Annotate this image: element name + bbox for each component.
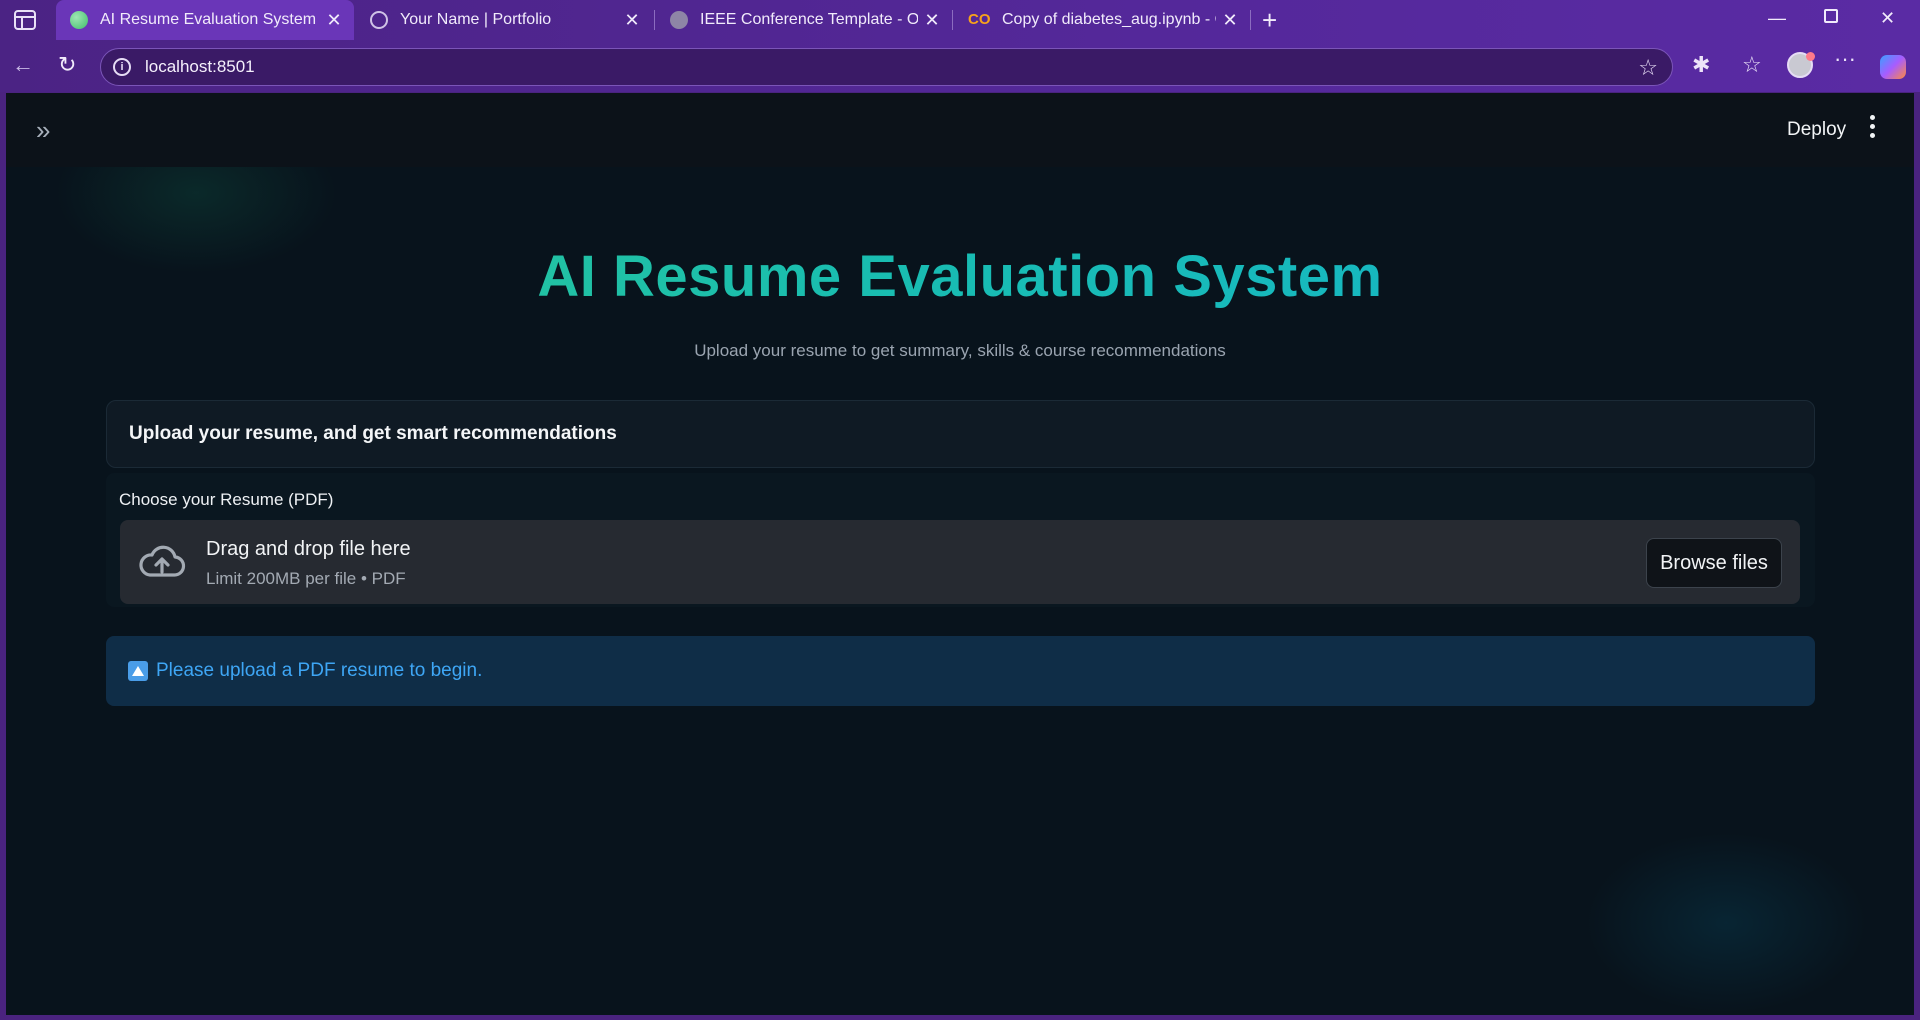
tab-portfolio[interactable]: Your Name | Portfolio ✕ [356,0,652,40]
more-options-icon[interactable]: ··· [1834,46,1856,72]
colab-icon: CO [968,11,991,28]
favorite-star-icon[interactable]: ☆ [1638,55,1658,81]
dropzone-limit-text: Limit 200MB per file • PDF [206,569,406,588]
url-text[interactable]: localhost:8501 [145,57,255,77]
file-dropzone[interactable]: Drag and drop file here Limit 200MB per … [120,520,1800,604]
globe-icon [370,11,388,29]
address-bar[interactable]: i localhost:8501 ☆ [100,48,1673,86]
notification-dot-icon [1806,52,1815,61]
expand-sidebar-icon[interactable]: » [36,115,51,146]
page-subtitle: Upload your resume to get summary, skill… [694,341,1226,360]
file-uploader: Choose your Resume (PDF) Drag and drop f… [106,473,1815,607]
restore-icon[interactable] [1824,9,1838,23]
uploader-label: Choose your Resume (PDF) [119,490,334,509]
dropzone-instructions: Drag and drop file here [206,538,411,560]
up-arrow-icon [128,661,148,681]
tab-title: AI Resume Evaluation System [100,11,317,28]
upload-card: Upload your resume, and get smart recomm… [106,400,1815,468]
tab-ai-resume[interactable]: AI Resume Evaluation System ✕ [56,0,354,40]
site-info-icon[interactable]: i [113,58,131,76]
tab-strip: AI Resume Evaluation System ✕ Your Name … [0,0,1920,40]
close-window-icon[interactable]: ✕ [1880,8,1895,29]
overleaf-icon [670,11,688,29]
page-title: AI Resume Evaluation System [6,243,1914,310]
main-menu-icon[interactable] [1870,115,1878,142]
tab-separator [654,10,655,30]
reload-icon[interactable]: ↻ [58,52,76,78]
streamlit-favicon-icon [70,11,88,29]
tab-title: IEEE Conference Template - Onlin [700,11,918,28]
new-tab-icon[interactable]: + [1262,5,1277,35]
close-tab-icon[interactable]: ✕ [918,10,946,31]
close-tab-icon[interactable]: ✕ [618,10,646,31]
app-header: » Deploy [6,93,1914,167]
app-viewport: » Deploy AI Resume Evaluation System Upl… [6,93,1914,1015]
favorites-icon[interactable]: ☆ [1742,52,1762,78]
tab-ieee-template[interactable]: IEEE Conference Template - Onlin ✕ [656,0,952,40]
browse-files-button[interactable]: Browse files [1646,538,1782,588]
browser-toolbar: ← ↻ i localhost:8501 ☆ ✱ ☆ ··· [0,44,1920,92]
tab-title: Copy of diabetes_aug.ipynb - Col [1002,11,1216,28]
tab-separator [1250,10,1251,30]
copilot-icon[interactable] [1880,55,1906,79]
back-icon[interactable]: ← [12,52,34,78]
minimize-icon[interactable]: — [1768,8,1786,29]
cloud-upload-icon [139,545,186,577]
close-tab-icon[interactable]: ✕ [320,10,348,31]
browser-chrome: AI Resume Evaluation System ✕ Your Name … [0,0,1920,92]
alert-message: Please upload a PDF resume to begin. [156,660,483,681]
tab-actions-icon[interactable] [14,10,36,30]
extensions-icon[interactable]: ✱ [1692,52,1710,78]
tab-separator [952,10,953,30]
close-tab-icon[interactable]: ✕ [1216,10,1244,31]
tab-title: Your Name | Portfolio [400,11,552,28]
tab-colab[interactable]: CO Copy of diabetes_aug.ipynb - Col ✕ [954,0,1250,40]
upload-card-title: Upload your resume, and get smart recomm… [129,423,617,444]
info-alert: Please upload a PDF resume to begin. [106,636,1815,706]
deploy-button[interactable]: Deploy [1787,119,1846,141]
